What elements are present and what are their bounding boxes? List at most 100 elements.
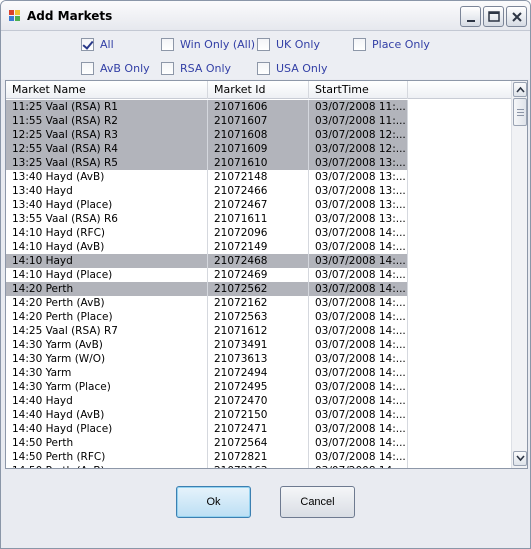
cell-start-time: 03/07/2008 14:... xyxy=(309,324,408,338)
markets-grid[interactable]: Market Name Market Id StartTime 11:25 Va… xyxy=(5,80,528,469)
table-row[interactable]: 14:10 Hayd (Place) 21072469 03/07/2008 14:… xyxy=(6,268,408,282)
cell-market-id: 21073613 xyxy=(208,352,309,366)
cell-market-name: 11:55 Vaal (RSA) R2 xyxy=(6,114,208,128)
scroll-up-button[interactable] xyxy=(513,82,527,97)
filter-avb-only[interactable]: AvB Only xyxy=(81,61,150,75)
place-only-checkbox[interactable] xyxy=(353,37,366,51)
cell-start-time: 03/07/2008 14:... xyxy=(309,310,408,324)
cell-market-name: 13:40 Hayd xyxy=(6,184,208,198)
chevron-up-icon xyxy=(516,86,525,93)
table-row[interactable]: 13:40 Hayd (Place) 21072467 03/07/2008 13:… xyxy=(6,198,408,212)
table-row[interactable]: 14:30 Yarm 21072494 03/07/2008 14:... xyxy=(6,366,408,380)
cell-market-id: 21072564 xyxy=(208,436,309,450)
cell-start-time: 03/07/2008 14:... xyxy=(309,254,408,268)
table-row[interactable]: 14:10 Hayd 21072468 03/07/2008 14:... xyxy=(6,254,408,268)
cell-market-name: 14:20 Perth (Place) xyxy=(6,310,208,324)
all-checkbox[interactable] xyxy=(81,37,94,51)
minimize-button[interactable] xyxy=(460,6,481,27)
column-header-start-time[interactable]: StartTime xyxy=(309,81,408,99)
filter-all[interactable]: All xyxy=(81,37,114,51)
table-row[interactable]: 14:25 Vaal (RSA) R7 21071612 03/07/2008 14… xyxy=(6,324,408,338)
scroll-thumb[interactable] xyxy=(513,98,527,126)
cell-start-time: 03/07/2008 14:... xyxy=(309,338,408,352)
cell-market-id: 21072821 xyxy=(208,450,309,464)
cell-market-id: 21072563 xyxy=(208,310,309,324)
vertical-scrollbar[interactable] xyxy=(511,81,527,468)
rsa-only-checkbox[interactable] xyxy=(161,61,174,75)
filter-rsa-only[interactable]: RSA Only xyxy=(161,61,231,75)
cell-market-id: 21072148 xyxy=(208,170,309,184)
cell-market-id: 21072466 xyxy=(208,184,309,198)
cell-start-time: 03/07/2008 13:... xyxy=(309,156,408,170)
cell-market-id: 21071612 xyxy=(208,324,309,338)
table-row[interactable]: 14:40 Hayd (AvB) 21072150 03/07/2008 14:..… xyxy=(6,408,408,422)
table-row[interactable]: 14:30 Yarm (W/O) 21073613 03/07/2008 14:..… xyxy=(6,352,408,366)
scroll-down-button[interactable] xyxy=(513,451,527,466)
table-row[interactable]: 12:25 Vaal (RSA) R3 21071608 03/07/2008 12… xyxy=(6,128,408,142)
cell-market-name: 14:50 Perth (RFC) xyxy=(6,450,208,464)
table-row[interactable]: 14:40 Hayd (Place) 21072471 03/07/2008 14:… xyxy=(6,422,408,436)
filter-usa-only[interactable]: USA Only xyxy=(257,61,327,75)
uk-only-checkbox[interactable] xyxy=(257,37,270,51)
cell-market-id: 21071611 xyxy=(208,212,309,226)
window-title: Add Markets xyxy=(27,9,113,23)
table-row[interactable]: 13:40 Hayd (AvB) 21072148 03/07/2008 13:..… xyxy=(6,170,408,184)
table-row[interactable]: 13:55 Vaal (RSA) R6 21071611 03/07/2008 13… xyxy=(6,212,408,226)
avb-only-label: AvB Only xyxy=(100,61,150,75)
ok-button[interactable]: Ok xyxy=(176,486,251,518)
cell-start-time: 03/07/2008 14:... xyxy=(309,394,408,408)
win-only-all-checkbox[interactable] xyxy=(161,37,174,51)
cell-start-time: 03/07/2008 14:... xyxy=(309,464,408,468)
title-bar[interactable]: Add Markets xyxy=(1,1,530,31)
table-row[interactable]: 14:20 Perth (Place) 21072563 03/07/2008 14… xyxy=(6,310,408,324)
table-row[interactable]: 14:30 Yarm (AvB) 21073491 03/07/2008 14:..… xyxy=(6,338,408,352)
table-row[interactable]: 13:40 Hayd 21072466 03/07/2008 13:... xyxy=(6,184,408,198)
table-row[interactable]: 14:50 Perth 21072564 03/07/2008 14:... xyxy=(6,436,408,450)
all-label: All xyxy=(100,37,114,51)
cell-start-time: 03/07/2008 14:... xyxy=(309,282,408,296)
cell-market-id: 21073491 xyxy=(208,338,309,352)
table-row[interactable]: 14:30 Yarm (Place) 21072495 03/07/2008 14:… xyxy=(6,380,408,394)
cell-market-name: 14:30 Yarm xyxy=(6,366,208,380)
column-header-market-id[interactable]: Market Id xyxy=(208,81,309,99)
cell-market-id: 21071610 xyxy=(208,156,309,170)
column-header-market-name[interactable]: Market Name xyxy=(6,81,208,99)
table-row[interactable]: 14:50 Perth (RFC) 21072821 03/07/2008 14:.… xyxy=(6,450,408,464)
cancel-button[interactable]: Cancel xyxy=(280,486,355,518)
cell-start-time: 03/07/2008 12:... xyxy=(309,142,408,156)
cell-market-id: 21072495 xyxy=(208,380,309,394)
table-row[interactable]: 14:50 Perth (AvB)2107216303/07/2008 14:.… xyxy=(6,464,408,468)
maximize-button[interactable] xyxy=(483,6,504,27)
cell-market-name: 13:40 Hayd (Place) xyxy=(6,198,208,212)
table-row[interactable]: 13:25 Vaal (RSA) R5 21071610 03/07/2008 13… xyxy=(6,156,408,170)
add-markets-dialog: Add Markets All Win Only (All) UK Only P… xyxy=(0,0,531,549)
table-row[interactable]: 12:55 Vaal (RSA) R4 21071609 03/07/2008 12… xyxy=(6,142,408,156)
maximize-icon xyxy=(488,11,500,22)
cell-start-time: 03/07/2008 14:... xyxy=(309,380,408,394)
filter-place-only[interactable]: Place Only xyxy=(353,37,430,51)
table-row[interactable]: 14:40 Hayd 21072470 03/07/2008 14:... xyxy=(6,394,408,408)
table-row[interactable]: 14:20 Perth 21072562 03/07/2008 14:... xyxy=(6,282,408,296)
table-row[interactable]: 14:10 Hayd (AvB) 21072149 03/07/2008 14:..… xyxy=(6,240,408,254)
table-row[interactable]: 11:25 Vaal (RSA) R1 21071606 03/07/2008 11… xyxy=(6,100,408,114)
filter-uk-only[interactable]: UK Only xyxy=(257,37,320,51)
cell-market-name: 12:25 Vaal (RSA) R3 xyxy=(6,128,208,142)
table-row[interactable]: 14:20 Perth (AvB) 21072162 03/07/2008 14:.… xyxy=(6,296,408,310)
avb-only-checkbox[interactable] xyxy=(81,61,94,75)
cell-start-time: 03/07/2008 14:... xyxy=(309,366,408,380)
usa-only-checkbox[interactable] xyxy=(257,61,270,75)
cell-market-id: 21072149 xyxy=(208,240,309,254)
cell-market-id: 21072562 xyxy=(208,282,309,296)
cell-market-name: 14:20 Perth xyxy=(6,282,208,296)
close-button[interactable] xyxy=(506,6,527,27)
cell-market-name: 12:55 Vaal (RSA) R4 xyxy=(6,142,208,156)
win-only-all-label: Win Only (All) xyxy=(180,37,256,51)
table-row[interactable]: 14:10 Hayd (RFC) 21072096 03/07/2008 14:..… xyxy=(6,226,408,240)
table-row[interactable]: 11:55 Vaal (RSA) R2 21071607 03/07/2008 11… xyxy=(6,114,408,128)
cell-market-name: 14:10 Hayd (AvB) xyxy=(6,240,208,254)
cell-start-time: 03/07/2008 14:... xyxy=(309,240,408,254)
cell-start-time: 03/07/2008 14:... xyxy=(309,268,408,282)
chevron-down-icon xyxy=(516,455,525,462)
filter-win-only-all[interactable]: Win Only (All) xyxy=(161,37,255,51)
cell-market-id: 21072471 xyxy=(208,422,309,436)
